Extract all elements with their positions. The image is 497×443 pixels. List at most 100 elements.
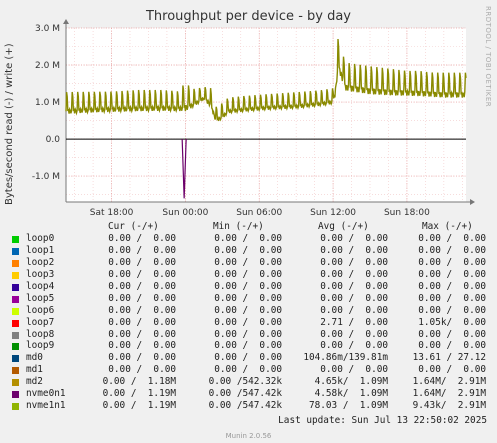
legend-swatch	[12, 236, 19, 243]
legend-header-avg: Avg (-/+)	[318, 221, 369, 232]
x-tick-label: Sun 12:00	[310, 208, 356, 218]
legend-avg: 104.86m/139.81m	[303, 352, 388, 364]
legend-swatch	[12, 379, 19, 387]
x-tick-label: Sat 18:00	[90, 208, 134, 218]
legend-max: 1.64M/ 2.91M	[412, 376, 486, 388]
legend-avg: 0.00 / 0.00	[320, 340, 388, 352]
legend-max: 0.00 / 0.00	[418, 292, 486, 304]
legend-avg: 78.03 / 1.09M	[308, 400, 388, 412]
legend-max: 0.00 / 0.00	[418, 256, 486, 268]
x-tick-label: Sun 00:00	[162, 208, 208, 218]
legend-swatch	[12, 259, 19, 267]
legend-min: 0.00 / 0.00	[214, 364, 282, 376]
last-update: Last update: Sun Jul 13 22:50:02 2025	[278, 415, 487, 426]
legend-cur: 0.00 / 1.19M	[102, 400, 176, 412]
legend-cur: 0.00 / 0.00	[108, 304, 176, 316]
chart-plot: -1.0 M 0.0 1.0 M 2.0 M 3.0 M Sat 18:00 Sun 00:…	[32, 19, 475, 218]
x-tick-label: Sun 18:00	[384, 208, 430, 218]
legend-name: loop0	[26, 233, 55, 244]
legend-cur: 0.00 / 0.00	[108, 328, 176, 340]
legend-max: 0.00 / 0.00	[418, 340, 486, 352]
legend-cur: 0.00 / 1.18M	[102, 376, 176, 388]
legend-cur: 0.00 / 1.19M	[102, 388, 176, 400]
legend-name: loop3	[26, 268, 55, 280]
legend-max: 13.61 / 27.12	[412, 352, 486, 364]
x-axis-arrow	[470, 199, 475, 205]
legend-avg: 0.00 / 0.00	[320, 292, 388, 304]
legend-name: loop2	[26, 256, 55, 268]
legend-name: loop9	[26, 340, 55, 352]
x-tick-label: Sun 06:00	[236, 208, 282, 218]
legend-swatch	[12, 295, 19, 303]
legend-min: 0.00 /542.32k	[208, 376, 282, 388]
legend-min: 0.00 / 0.00	[214, 328, 282, 340]
legend-cur: 0.00 / 0.00	[108, 280, 176, 292]
legend-avg: 4.58k/ 1.09M	[314, 388, 388, 400]
legend-swatch	[12, 355, 19, 363]
legend-cur: 0.00 / 0.00	[108, 292, 176, 304]
legend-header-cur: Cur (-/+)	[108, 221, 159, 232]
legend-min: 0.00 / 0.00	[214, 292, 282, 304]
y-tick-label: -1.0 M	[32, 172, 60, 182]
legend-min: 0.00 / 0.00	[214, 244, 282, 256]
legend-swatch	[12, 331, 19, 339]
legend-name: loop7	[26, 316, 55, 328]
legend-min: 0.00 /547.42k	[208, 388, 282, 400]
legend-name: md2	[26, 376, 43, 388]
legend-max: 1.64M/ 2.91M	[412, 388, 486, 400]
legend-min: 0.00 / 0.00	[214, 256, 282, 268]
legend-cur: 0.00 / 0.00	[108, 340, 176, 352]
legend-name: loop8	[26, 328, 55, 340]
legend-swatch	[12, 247, 19, 255]
legend-name: loop4	[26, 280, 55, 292]
legend-max: 0.00 / 0.00	[418, 364, 486, 376]
legend-swatch	[12, 403, 19, 411]
legend-avg: 0.00 / 0.00	[320, 244, 388, 256]
y-tick-label: 2.0 M	[35, 61, 60, 71]
legend-max: 0.00 / 0.00	[418, 328, 486, 340]
legend-min: 0.00 / 0.00	[214, 352, 282, 364]
legend-max: 1.05k/ 0.00	[418, 316, 486, 328]
legend-name: md1	[26, 364, 43, 376]
legend-min: 0.00 / 0.00	[214, 340, 282, 352]
legend-swatch	[12, 319, 19, 327]
legend-avg: 0.00 / 0.00	[320, 364, 388, 376]
legend-name: loop5	[26, 292, 55, 304]
legend-name: md0	[26, 352, 43, 364]
legend-swatch	[12, 271, 19, 279]
legend-max: 9.43k/ 2.91M	[412, 400, 486, 412]
legend-avg: 2.71 / 0.00	[320, 316, 388, 328]
legend-min: 0.00 /547.42k	[208, 400, 282, 412]
legend-max: 0.00 / 0.00	[418, 304, 486, 316]
legend-min: 0.00 / 0.00	[214, 316, 282, 328]
legend-cur: 0.00 / 0.00	[108, 233, 176, 244]
legend-cur: 0.00 / 0.00	[108, 256, 176, 268]
y-tick-label: 0.0	[46, 135, 61, 145]
y-axis-arrow	[63, 19, 69, 24]
legend-min: 0.00 / 0.00	[214, 304, 282, 316]
legend-avg: 0.00 / 0.00	[320, 256, 388, 268]
legend-avg: 0.00 / 0.00	[320, 268, 388, 280]
legend-swatch	[12, 283, 19, 291]
y-tick-label: 1.0 M	[35, 98, 60, 108]
legend-min: 0.00 / 0.00	[214, 280, 282, 292]
legend-cur: 0.00 / 0.00	[108, 352, 176, 364]
legend-max: 0.00 / 0.00	[418, 244, 486, 256]
legend-swatch	[12, 391, 19, 399]
legend-cur: 0.00 / 0.00	[108, 364, 176, 376]
legend-header-min: Min (-/+)	[213, 221, 264, 232]
legend-cur: 0.00 / 0.00	[108, 268, 176, 280]
y-tick-label: 3.0 M	[35, 24, 60, 34]
legend-name: loop6	[26, 304, 55, 316]
legend-max: 0.00 / 0.00	[418, 233, 486, 244]
legend-min: 0.00 / 0.00	[214, 268, 282, 280]
legend-swatch	[12, 367, 19, 375]
legend-min: 0.00 / 0.00	[214, 233, 282, 244]
legend-name: loop1	[26, 244, 55, 256]
legend-avg: 0.00 / 0.00	[320, 304, 388, 316]
legend-name: nvme0n1	[26, 388, 66, 400]
legend-avg: 0.00 / 0.00	[320, 233, 388, 244]
legend-avg: 0.00 / 0.00	[320, 328, 388, 340]
legend-max: 0.00 / 0.00	[418, 268, 486, 280]
legend-avg: 0.00 / 0.00	[320, 280, 388, 292]
